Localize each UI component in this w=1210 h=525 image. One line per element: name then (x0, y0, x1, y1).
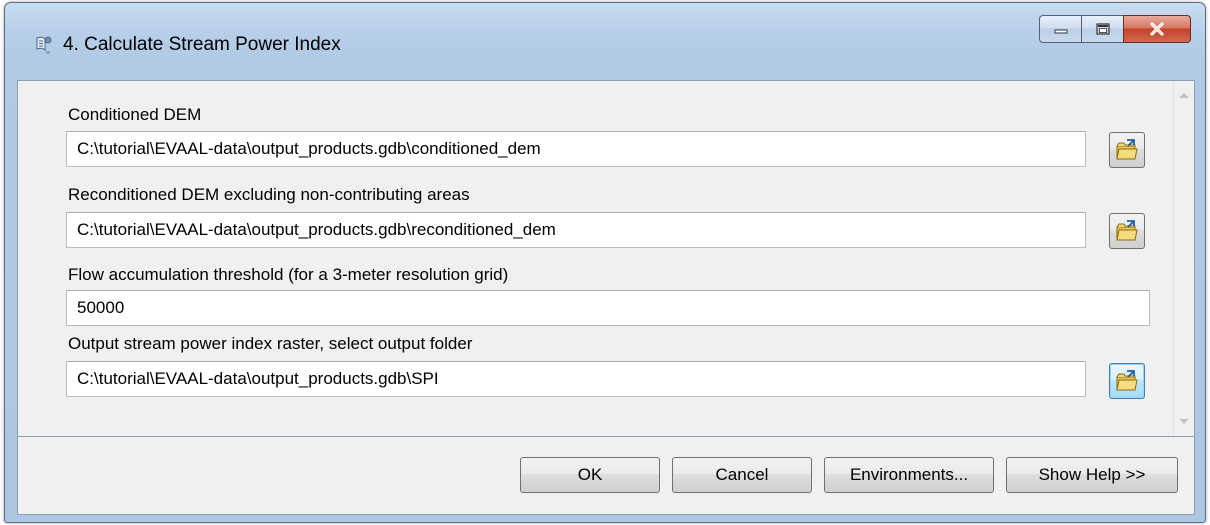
scroll-down-arrow-icon[interactable] (1179, 419, 1189, 424)
reconditioned-dem-input[interactable]: C:\tutorial\EVAAL-data\output_products.g… (66, 212, 1086, 248)
dialog-window: 4. Calculate Stream Power Index Conditio… (4, 2, 1206, 523)
caption-buttons (1039, 15, 1191, 45)
vertical-scrollbar[interactable] (1173, 81, 1194, 436)
close-icon (1150, 22, 1164, 36)
cancel-button[interactable]: Cancel (672, 457, 812, 493)
minimize-button[interactable] (1039, 15, 1081, 43)
conditioned-dem-label: Conditioned DEM (68, 105, 202, 124)
ok-button[interactable]: OK (520, 457, 660, 493)
show-help-button[interactable]: Show Help >> (1006, 457, 1178, 493)
conditioned-dem-input[interactable]: C:\tutorial\EVAAL-data\output_products.g… (66, 131, 1086, 167)
scroll-up-arrow-icon[interactable] (1179, 93, 1189, 98)
conditioned-dem-browse-button[interactable] (1109, 132, 1145, 168)
folder-browse-icon (1116, 139, 1138, 160)
maximize-icon (1095, 23, 1110, 35)
title-bar[interactable]: 4. Calculate Stream Power Index (5, 3, 1205, 81)
output-spi-input[interactable]: C:\tutorial\EVAAL-data\output_products.g… (66, 361, 1086, 397)
reconditioned-dem-browse-button[interactable] (1109, 213, 1145, 249)
script-tool-icon (33, 35, 53, 55)
minimize-icon (1054, 29, 1067, 34)
output-spi-browse-button[interactable] (1109, 363, 1145, 399)
output-spi-label: Output stream power index raster, select… (68, 334, 473, 353)
flow-threshold-label: Flow accumulation threshold (for a 3-met… (68, 265, 509, 284)
environments-button[interactable]: Environments... (824, 457, 994, 493)
flow-threshold-input[interactable]: 50000 (66, 290, 1150, 326)
parameter-panel: Conditioned DEM C:\tutorial\EVAAL-data\o… (17, 80, 1195, 437)
button-bar: OK Cancel Environments... Show Help >> (17, 437, 1195, 515)
folder-browse-icon (1116, 370, 1138, 391)
reconditioned-dem-label: Reconditioned DEM excluding non-contribu… (68, 185, 470, 204)
close-button[interactable] (1123, 15, 1191, 43)
maximize-button[interactable] (1081, 15, 1123, 43)
window-title: 4. Calculate Stream Power Index (63, 34, 341, 55)
folder-browse-icon (1116, 220, 1138, 241)
